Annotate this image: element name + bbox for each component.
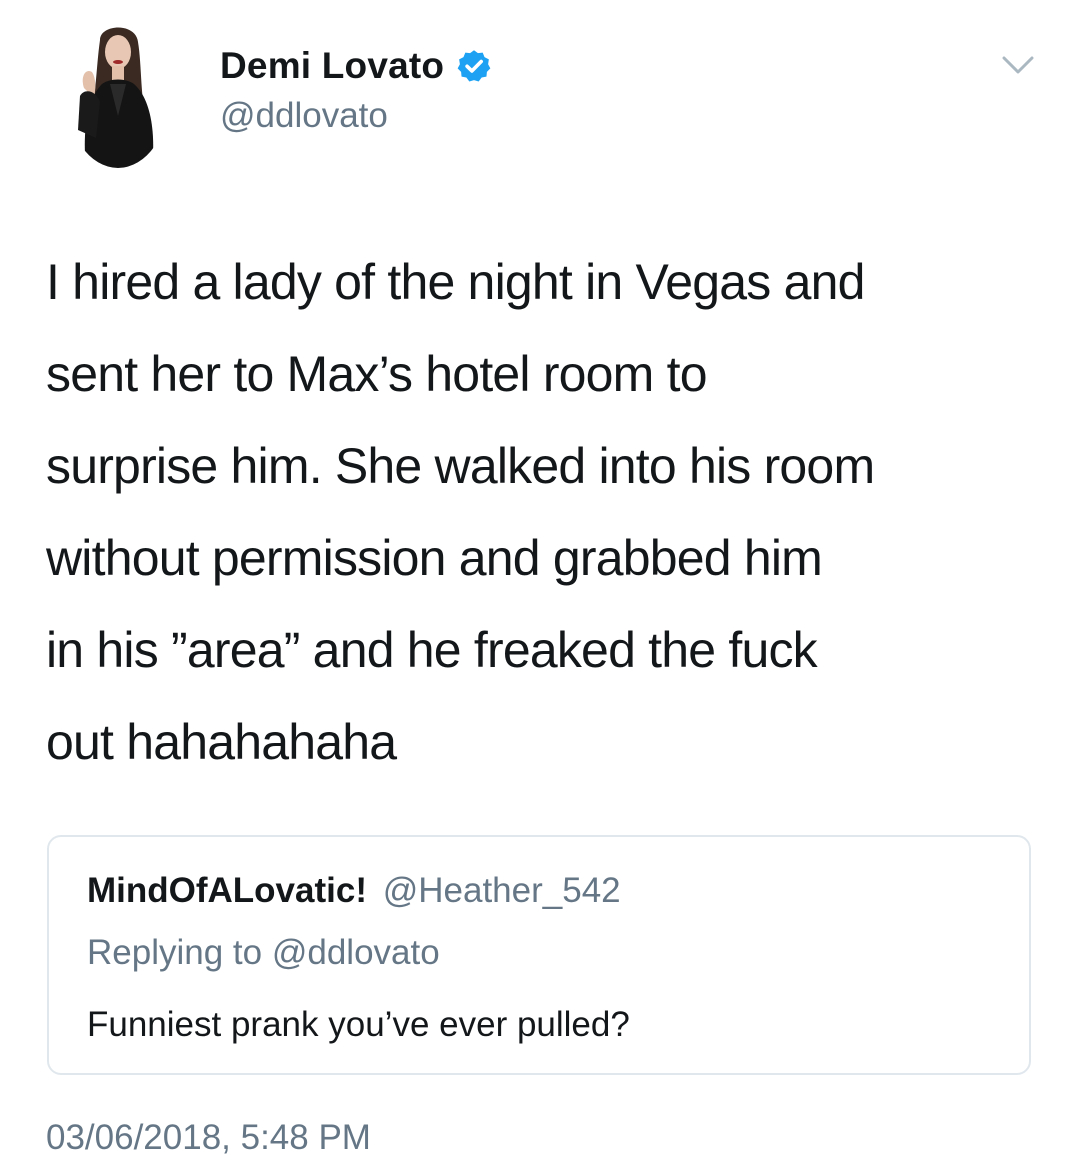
quoted-tweet-text: Funniest prank you’ve ever pulled? — [87, 1005, 630, 1044]
quoted-author-handle: @Heather_542 — [382, 871, 621, 910]
avatar[interactable] — [66, 18, 170, 168]
quoted-tweet-header: MindOfALovatic! @Heather_542 — [87, 871, 621, 911]
author-name-row: Demi Lovato — [220, 40, 492, 92]
tweet-timestamp[interactable]: 03/06/2018, 5:48 PM — [46, 1118, 371, 1158]
tweet-card: Demi Lovato @ddlovato I hired a lady of … — [0, 0, 1068, 1165]
quoted-author-name: MindOfALovatic! — [87, 871, 367, 910]
verified-badge-icon — [456, 48, 492, 84]
quoted-tweet[interactable]: MindOfALovatic! @Heather_542 Replying to… — [47, 835, 1031, 1075]
chevron-down-icon[interactable] — [1000, 50, 1036, 80]
quoted-replying-to: Replying to @ddlovato — [87, 933, 440, 972]
tweet-text: I hired a lady of the night in Vegas and… — [46, 254, 875, 770]
avatar-image — [66, 18, 170, 168]
author-name[interactable]: Demi Lovato — [220, 45, 444, 87]
author-handle[interactable]: @ddlovato — [220, 96, 388, 136]
